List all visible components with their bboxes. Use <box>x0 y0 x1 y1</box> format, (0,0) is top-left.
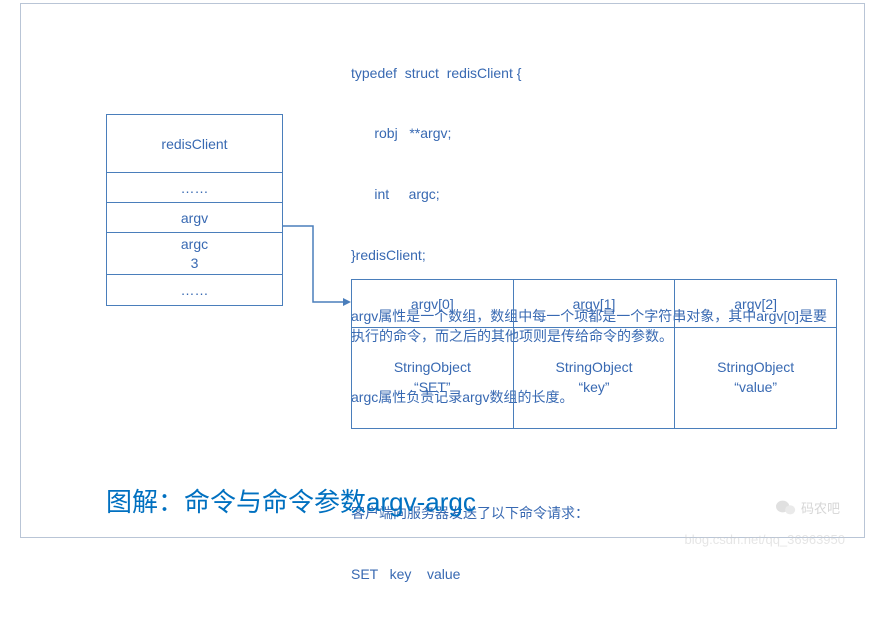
argv-head-2: argv[2] <box>675 280 836 328</box>
argv-body-0-line1: StringObject <box>394 358 471 378</box>
desc-para3-line2: SET key value <box>351 564 836 584</box>
diagram-caption: 图解：命令与命令参数argv-argc <box>106 482 476 519</box>
struct-argc-row: argc 3 <box>107 233 282 275</box>
argv-col-0: argv[0] StringObject “SET” <box>352 280 514 428</box>
argv-body-1-line1: StringObject <box>555 358 632 378</box>
argv-body-1-line2: “key” <box>578 378 609 398</box>
argv-body-2-line1: StringObject <box>717 358 794 378</box>
argv-col-2: argv[2] StringObject “value” <box>675 280 836 428</box>
argv-array-table: argv[0] StringObject “SET” argv[1] Strin… <box>351 279 837 429</box>
struct-ellipsis2: …… <box>107 275 282 305</box>
struct-ellipsis1: …… <box>107 173 282 203</box>
wechat-icon <box>776 499 796 517</box>
argv-pointer-arrow <box>281 222 361 322</box>
wechat-watermark: 码农吧 <box>776 498 840 517</box>
struct-title-cell: redisClient <box>107 115 282 173</box>
code-line3: int argc; <box>351 184 836 204</box>
argv-body-1: StringObject “key” <box>514 328 675 428</box>
argc-value: 3 <box>191 254 199 272</box>
code-line2: robj **argv; <box>351 123 836 143</box>
argv-head-0: argv[0] <box>352 280 513 328</box>
argc-label: argc <box>181 235 208 253</box>
diagram-frame: redisClient …… argv argc 3 …… typedef st… <box>20 3 865 538</box>
code-line4: }redisClient; <box>351 245 836 265</box>
code-line1: typedef struct redisClient { <box>351 63 836 83</box>
argv-head-1: argv[1] <box>514 280 675 328</box>
watermark-name: 码农吧 <box>801 498 840 517</box>
csdn-watermark-url: blog.csdn.net/qq_36963950 <box>685 532 845 547</box>
struct-argv-row: argv <box>107 203 282 233</box>
argv-body-0: StringObject “SET” <box>352 328 513 428</box>
redisclient-struct-table: redisClient …… argv argc 3 …… <box>106 114 283 306</box>
argv-body-2-line2: “value” <box>734 378 777 398</box>
argv-col-1: argv[1] StringObject “key” <box>514 280 676 428</box>
argv-body-0-line2: “SET” <box>414 378 451 398</box>
argv-body-2: StringObject “value” <box>675 328 836 428</box>
